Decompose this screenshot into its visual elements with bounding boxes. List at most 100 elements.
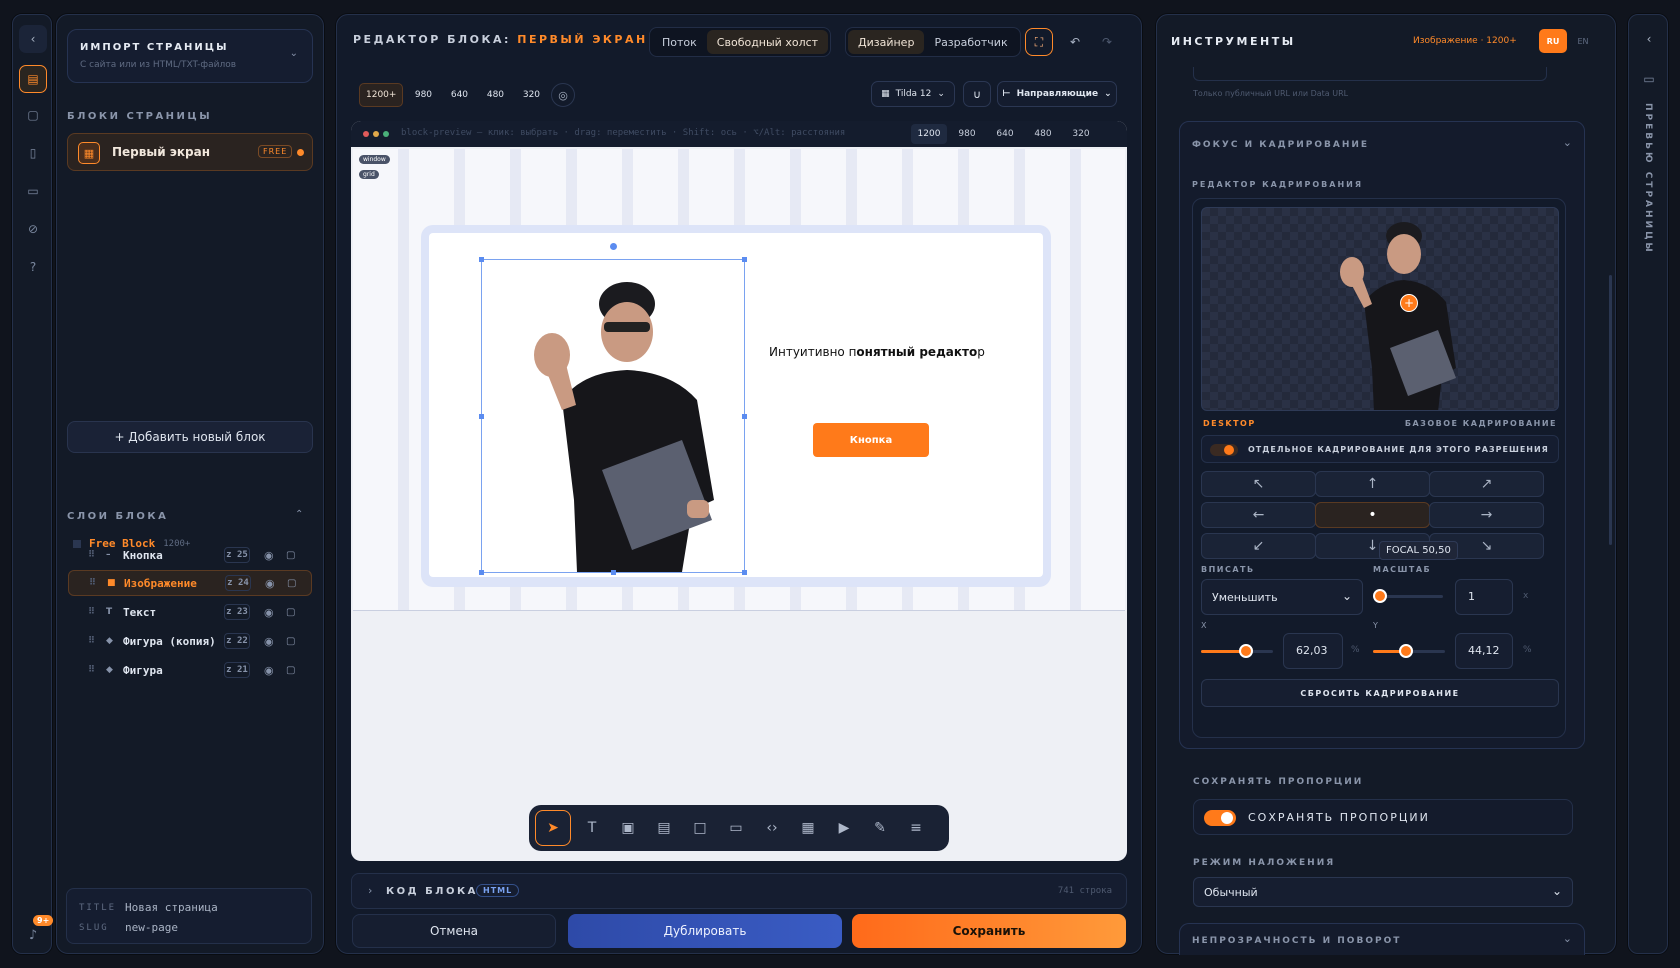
resize-handle-tl[interactable]	[479, 257, 484, 262]
guides-select[interactable]: ⊢ Направляющие ⌄	[997, 81, 1117, 107]
collapse-left-button[interactable]: ‹	[19, 25, 47, 53]
rotate-handle[interactable]	[609, 242, 618, 251]
redo-button[interactable]: ↷	[1093, 28, 1121, 56]
breakpoint-480[interactable]: 480	[479, 83, 511, 107]
focus-arrow-button[interactable]: ↖	[1201, 471, 1316, 497]
scale-slider[interactable]	[1373, 589, 1443, 603]
x-input[interactable]: 62,03	[1283, 633, 1343, 669]
resize-handle-ml[interactable]	[479, 414, 484, 419]
width-640[interactable]: 640	[987, 124, 1023, 144]
lock-icon[interactable]: ▢	[286, 550, 295, 561]
image-element[interactable]	[479, 242, 747, 575]
width-1200[interactable]: 1200	[911, 124, 947, 144]
eye-icon[interactable]: ◉	[265, 577, 275, 590]
layer-row[interactable]: ⠿ ■ Изображение z 24 ◉ ▢	[68, 570, 312, 596]
x-slider[interactable]	[1201, 644, 1273, 658]
pages-icon[interactable]: ▤	[19, 65, 47, 93]
width-980[interactable]: 980	[949, 124, 985, 144]
breakpoint-980[interactable]: 980	[407, 83, 439, 107]
drag-handle-icon[interactable]: ⠿	[88, 636, 95, 646]
save-button[interactable]: Сохранить	[852, 914, 1126, 948]
eye-icon[interactable]: ◉	[264, 606, 274, 619]
fullscreen-button[interactable]: ⛶	[1025, 28, 1053, 56]
collapse-right-button[interactable]: ‹	[1635, 25, 1663, 53]
y-slider[interactable]	[1373, 644, 1445, 658]
document-icon[interactable]: ▯	[23, 143, 43, 163]
drag-handle-icon[interactable]: ⠿	[88, 550, 95, 560]
video-tool-icon[interactable]: ▶	[829, 813, 859, 843]
lock-icon[interactable]: ▢	[287, 578, 296, 589]
breakpoint-320[interactable]: 320	[515, 83, 547, 107]
resize-handle-tr[interactable]	[742, 257, 747, 262]
text-tool-icon[interactable]: T	[577, 813, 607, 843]
drag-handle-icon[interactable]: ⠿	[89, 578, 96, 588]
breakpoint-640[interactable]: 640	[443, 83, 475, 107]
tab-flow[interactable]: Поток	[652, 30, 707, 54]
select-tool-icon[interactable]: ➤	[535, 810, 571, 846]
lock-icon[interactable]: ▢	[286, 636, 295, 647]
y-input[interactable]: 44,12	[1455, 633, 1513, 669]
blend-select[interactable]: Обычный ⌄	[1193, 877, 1573, 907]
layer-row[interactable]: ⠿ T Текст z 23 ◉ ▢	[68, 599, 312, 625]
eye-icon[interactable]: ◉	[264, 664, 274, 677]
tab-developer[interactable]: Разработчик	[924, 30, 1017, 54]
layer-row[interactable]: ⠿ – Кнопка z 25 ◉ ▢	[68, 542, 312, 568]
calendar-icon[interactable]: ▭	[1639, 69, 1659, 89]
image-tool-icon[interactable]: ▣	[613, 813, 643, 843]
layer-row[interactable]: ⠿ ◆ Фигура (копия) z 22 ◉ ▢	[68, 628, 312, 654]
target-icon[interactable]: ◎	[551, 83, 575, 107]
ratio-row[interactable]: СОХРАНЯТЬ ПРОПОРЦИИ	[1193, 799, 1573, 835]
tab-designer[interactable]: Дизайнер	[848, 30, 925, 54]
bell-icon[interactable]: ♪	[21, 923, 45, 947]
link-icon[interactable]: ⊘	[23, 219, 43, 239]
chevron-up-icon[interactable]: ⌃	[295, 509, 303, 520]
resize-handle-bm[interactable]	[611, 570, 616, 575]
lang-ru[interactable]: RU	[1539, 29, 1567, 53]
duplicate-button[interactable]: Дублировать	[568, 914, 842, 948]
lang-en[interactable]: EN	[1569, 29, 1597, 53]
folder-icon[interactable]: ▭	[23, 181, 43, 201]
cancel-button[interactable]: Отмена	[352, 914, 556, 948]
gallery-tool-icon[interactable]: ▤	[649, 813, 679, 843]
lock-icon[interactable]: ▢	[286, 607, 295, 618]
slug-value[interactable]: new-page	[125, 921, 178, 934]
code-row[interactable]: › КОД БЛОКА HTML 741 строка	[351, 873, 1127, 909]
x-slider-thumb[interactable]	[1239, 644, 1253, 658]
drag-handle-icon[interactable]: ⠿	[88, 665, 95, 675]
reset-crop-button[interactable]: СБРОСИТЬ КАДРИРОВАНИЕ	[1201, 679, 1559, 707]
url-input-fragment[interactable]	[1193, 67, 1547, 81]
fit-select[interactable]: Уменьшить ⌄	[1201, 579, 1363, 615]
shape-tool-icon[interactable]: □	[685, 813, 715, 843]
add-file-icon[interactable]: ▢	[23, 105, 43, 125]
menu-tool-icon[interactable]: ≡	[901, 813, 931, 843]
scrollbar[interactable]	[1609, 275, 1612, 545]
resize-handle-br[interactable]	[742, 570, 747, 575]
breakpoint-1200[interactable]: 1200+	[359, 83, 404, 107]
import-page-card[interactable]: ИМПОРТ СТРАНИЦЫ С сайта или из HTML/TXT-…	[67, 29, 313, 83]
code-tool-icon[interactable]: ‹›	[757, 813, 787, 843]
pen-tool-icon[interactable]: ✎	[865, 813, 895, 843]
separate-crop-toggle[interactable]	[1210, 444, 1238, 456]
canvas-button[interactable]: Кнопка	[813, 423, 929, 457]
focus-arrow-button[interactable]: ↑	[1315, 471, 1430, 497]
magnet-button[interactable]: ∪	[963, 81, 991, 107]
add-block-button[interactable]: + Добавить новый блок	[67, 421, 313, 453]
block-container[interactable]: Интуитивно понятный редактор Кнопка	[421, 225, 1051, 587]
opacity-section[interactable]: НЕПРОЗРАЧНОСТЬ И ПОВОРОТ ⌄	[1179, 923, 1585, 955]
width-480[interactable]: 480	[1025, 124, 1061, 144]
undo-button[interactable]: ↶	[1061, 28, 1089, 56]
scale-input[interactable]: 1	[1455, 579, 1513, 615]
focus-arrow-button[interactable]: ↙	[1201, 533, 1316, 559]
focal-point-handle[interactable]: +	[1400, 294, 1418, 312]
separate-crop-row[interactable]: ОТДЕЛЬНОЕ КАДРИРОВАНИЕ ДЛЯ ЭТОГО РАЗРЕШЕ…	[1201, 435, 1559, 463]
help-icon[interactable]: ?	[23, 257, 43, 277]
tab-free-canvas[interactable]: Свободный холст	[706, 30, 829, 54]
button-tool-icon[interactable]: ▭	[721, 813, 751, 843]
lock-icon[interactable]: ▢	[286, 665, 295, 676]
width-320[interactable]: 320	[1063, 124, 1099, 144]
focus-arrow-button[interactable]: ←	[1201, 502, 1316, 528]
block-item-first-screen[interactable]: ▦ Первый экран FREE	[67, 133, 313, 171]
y-slider-thumb[interactable]	[1399, 644, 1413, 658]
focus-arrow-button[interactable]: →	[1429, 502, 1544, 528]
layer-row[interactable]: ⠿ ◆ Фигура z 21 ◉ ▢	[68, 657, 312, 683]
